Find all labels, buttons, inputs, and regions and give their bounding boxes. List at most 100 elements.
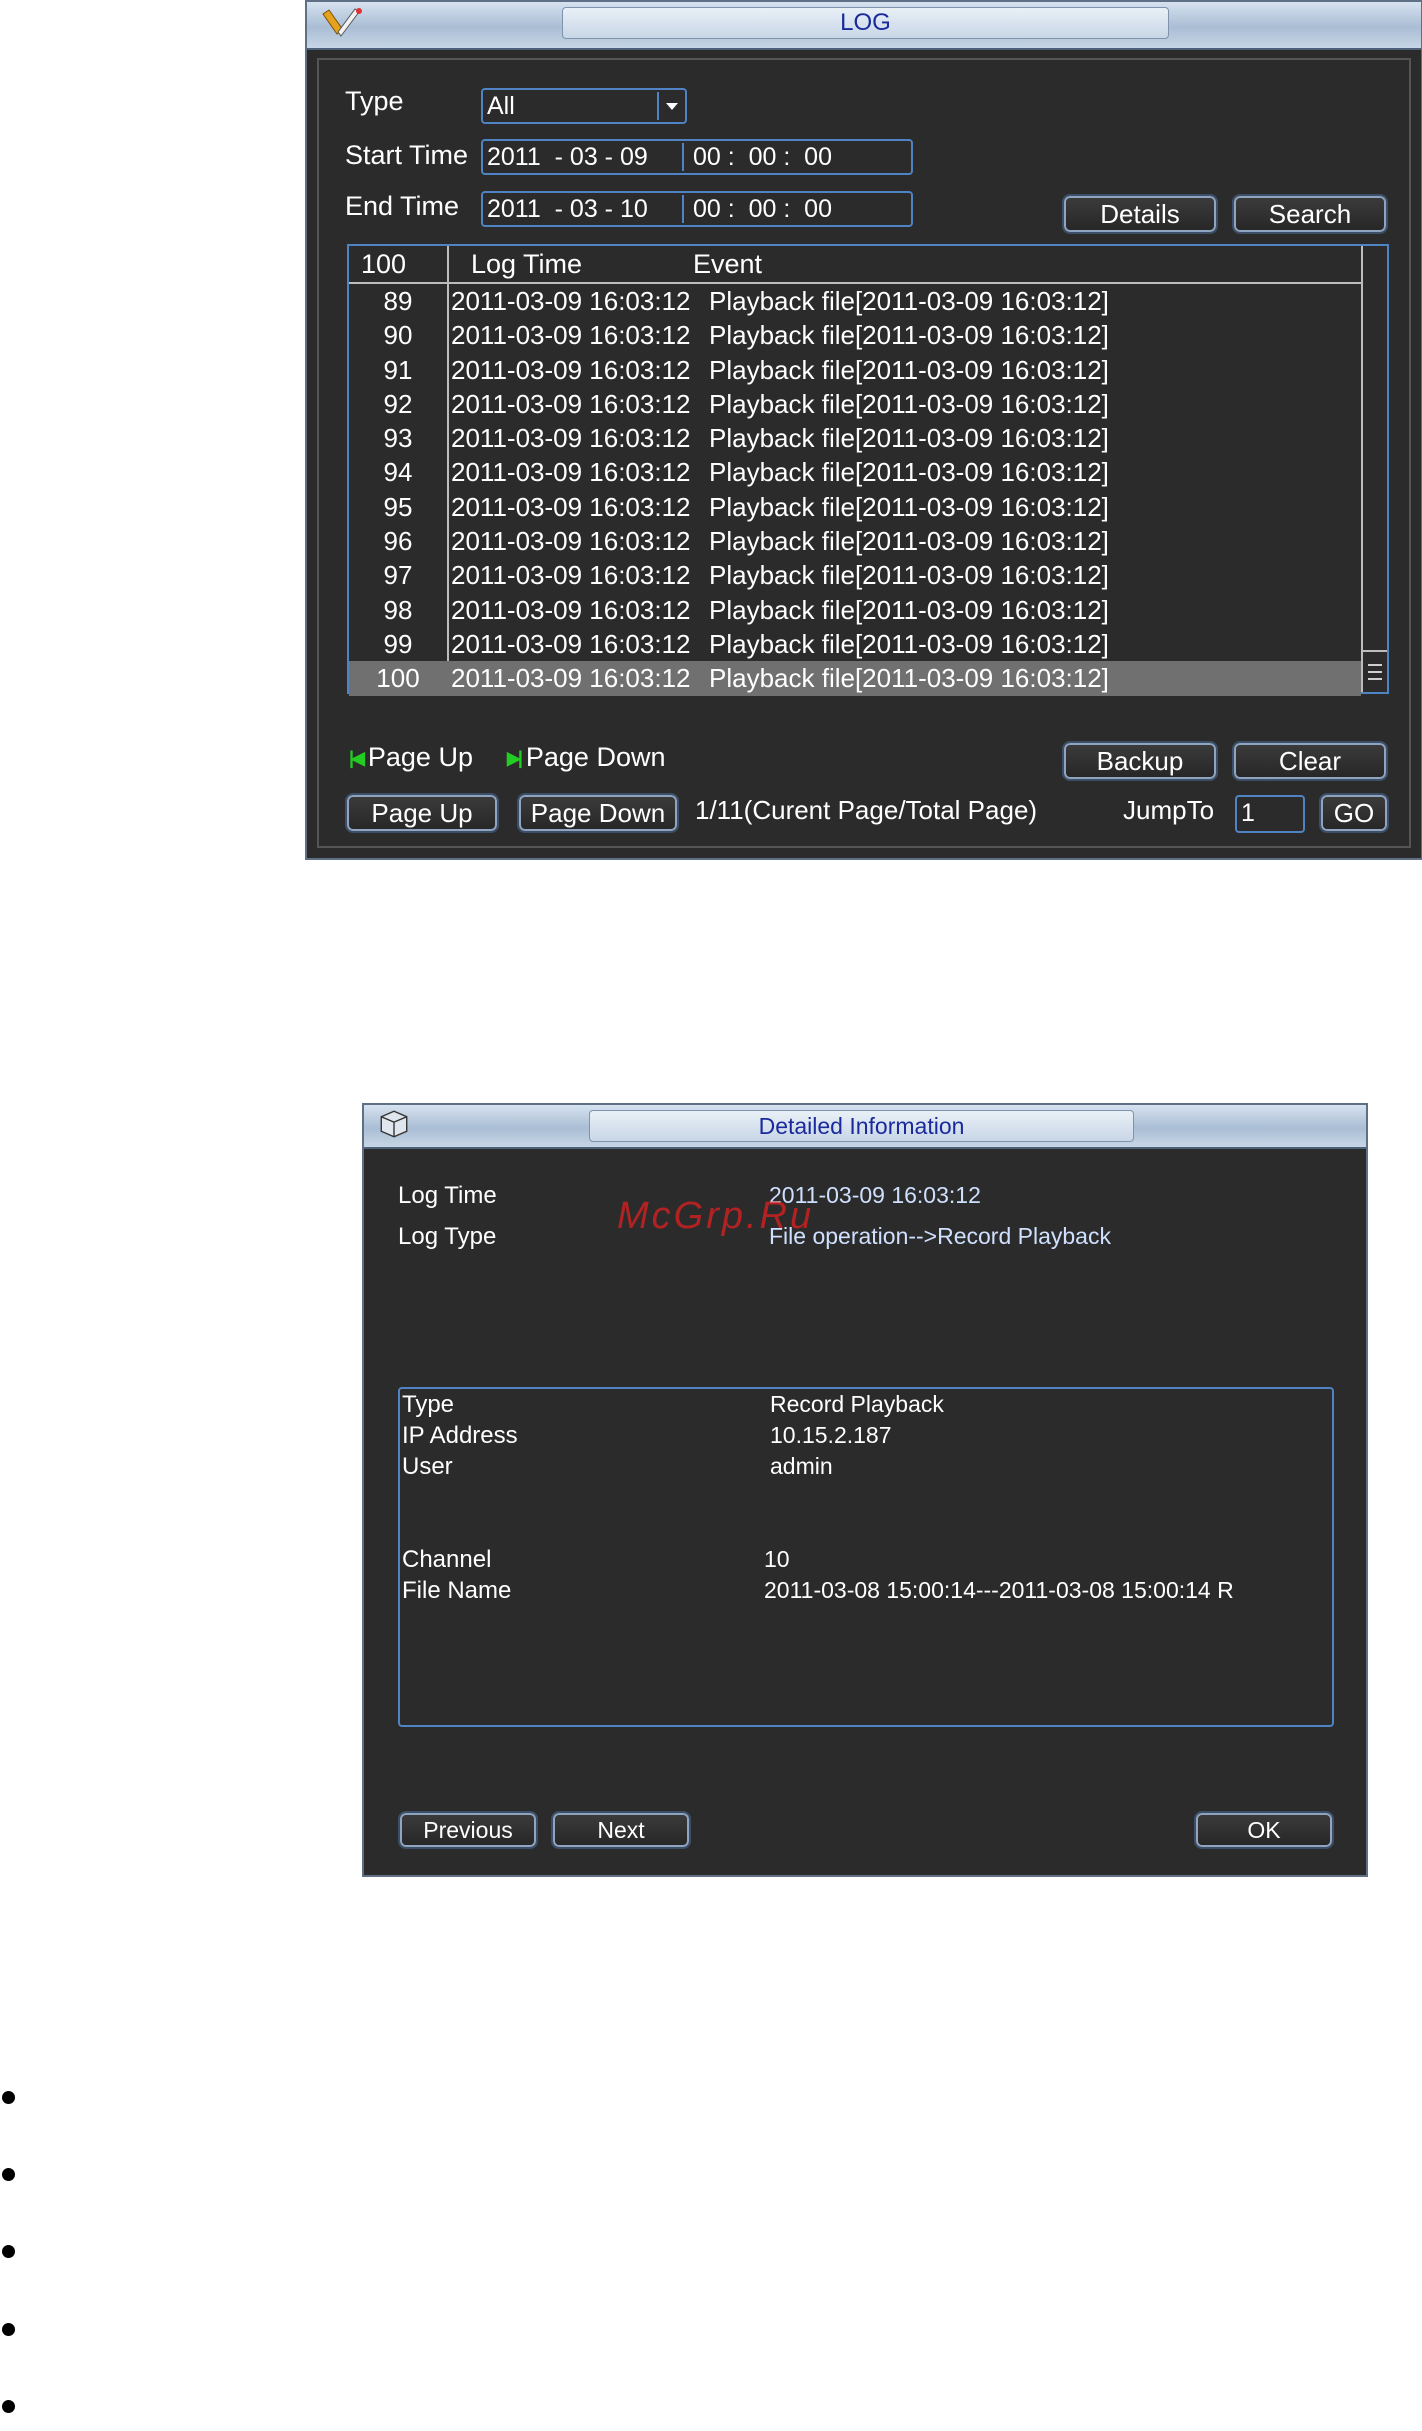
table-row[interactable]: 91 2011-03-09 16:03:12 Playback file[2011-…: [349, 353, 1361, 387]
clear-button[interactable]: Clear: [1232, 741, 1388, 781]
row-log-time: 2011-03-09 16:03:12: [451, 286, 691, 316]
table-row[interactable]: 96 2011-03-09 16:03:12 Playback file[2011-…: [349, 524, 1361, 558]
row-event: Playback file[2011-03-09 16:03:12]: [709, 491, 1109, 522]
page-down-button[interactable]: Page Down: [517, 793, 679, 833]
header-count: 100: [361, 249, 407, 279]
header-event: Event: [693, 249, 763, 279]
row-log-time: 2011-03-09 16:03:12: [451, 354, 691, 385]
row-log-time: 2011-03-09 16:03:12: [451, 526, 691, 557]
ok-button[interactable]: OK: [1194, 1811, 1334, 1849]
row-log-time: 2011-03-09 16:03:12: [451, 320, 691, 351]
log-tools-icon: [322, 8, 362, 37]
row-event: Playback file[2011-03-09 16:03:12]: [709, 457, 1109, 488]
row-event: Playback file[2011-03-09 16:03:12]: [709, 354, 1109, 385]
type-value: Record Playback: [770, 1391, 944, 1417]
row-event: Playback file[2011-03-09 16:03:12]: [709, 594, 1109, 625]
bullet-point: [2, 2323, 15, 2336]
row-event: Playback file[2011-03-09 16:03:12]: [709, 320, 1109, 351]
start-date: 2011 - 03 - 09: [487, 143, 648, 171]
table-row[interactable]: 99 2011-03-09 16:03:12 Playback file[2011-…: [349, 627, 1361, 661]
row-log-time: 2011-03-09 16:03:12: [451, 423, 691, 454]
row-number: 97: [383, 560, 413, 591]
page-up-button[interactable]: Page Up: [345, 793, 499, 833]
start-clock: 00 : 00 : 00: [693, 143, 832, 171]
log-title: LOG: [562, 7, 1169, 39]
chevron-down-icon: [666, 103, 678, 110]
log-rows: 89 2011-03-09 16:03:12 Playback file[2011-…: [349, 284, 1361, 696]
row-number: 95: [383, 491, 413, 522]
bullet-point: [2, 2091, 15, 2104]
table-row[interactable]: 97 2011-03-09 16:03:12 Playback file[2011-…: [349, 558, 1361, 592]
previous-button[interactable]: Previous: [398, 1811, 538, 1849]
type-select[interactable]: All: [481, 88, 687, 124]
bullet-point: [2, 2245, 15, 2258]
log-table: 100 Log Time Event 89 2011-03-09 16:03:12…: [347, 244, 1389, 696]
jump-to-input[interactable]: 1: [1235, 795, 1305, 833]
row-event: Playback file[2011-03-09 16:03:12]: [709, 388, 1109, 419]
bullet-point: [2, 2168, 15, 2181]
page-up-hint: |◀ Page Up: [349, 742, 473, 773]
row-log-time: 2011-03-09 16:03:12: [451, 663, 691, 694]
table-header: 100 Log Time Event: [349, 246, 1361, 284]
file-name-label: File Name: [402, 1577, 512, 1604]
table-row[interactable]: 95 2011-03-09 16:03:12 Playback file[2011-…: [349, 490, 1361, 524]
log-time-label: Log Time: [398, 1182, 497, 1209]
search-button[interactable]: Search: [1232, 194, 1388, 234]
row-log-time: 2011-03-09 16:03:12: [451, 594, 691, 625]
row-number: 96: [383, 526, 413, 557]
detail-info-box: Type Record Playback IP Address 10.15.2.…: [398, 1387, 1334, 1727]
row-number: 91: [383, 354, 413, 385]
row-number: 100: [376, 663, 420, 694]
table-row[interactable]: 98 2011-03-09 16:03:12 Playback file[2011-…: [349, 593, 1361, 627]
ip-address-label: IP Address: [402, 1422, 518, 1449]
scroll-thumb[interactable]: [1363, 650, 1387, 692]
backup-button[interactable]: Backup: [1062, 741, 1218, 781]
table-scrollbar[interactable]: [1361, 246, 1387, 692]
row-number: 89: [383, 286, 413, 316]
type-label: Type: [402, 1391, 455, 1418]
start-time-field[interactable]: 2011 - 03 - 09 00 : 00 : 00: [481, 139, 913, 175]
detail-title: Detailed Information: [589, 1110, 1134, 1142]
row-log-time: 2011-03-09 16:03:12: [451, 457, 691, 488]
row-number: 94: [383, 457, 413, 488]
jump-to-label: JumpTo: [1123, 795, 1215, 825]
bullet-point: [2, 2400, 15, 2413]
row-event: Playback file[2011-03-09 16:03:12]: [709, 663, 1109, 694]
row-log-time: 2011-03-09 16:03:12: [451, 388, 691, 419]
row-event: Playback file[2011-03-09 16:03:12]: [709, 286, 1109, 316]
start-time-label: Start Time: [345, 140, 469, 170]
go-button[interactable]: GO: [1319, 793, 1389, 833]
table-row[interactable]: 89 2011-03-09 16:03:12 Playback file[2011-…: [349, 284, 1361, 318]
user-label: User: [402, 1453, 453, 1480]
log-type-value: File operation-->Record Playback: [769, 1223, 1111, 1249]
detail-window: Detailed Information Log Time 2011-03-09…: [362, 1103, 1368, 1877]
table-row[interactable]: 90 2011-03-09 16:03:12 Playback file[2011-…: [349, 318, 1361, 352]
row-log-time: 2011-03-09 16:03:12: [451, 560, 691, 591]
table-row[interactable]: 100 2011-03-09 16:03:12 Playback file[2011…: [349, 661, 1361, 696]
table-row[interactable]: 93 2011-03-09 16:03:12 Playback file[2011-…: [349, 421, 1361, 455]
jump-to-value: 1: [1241, 799, 1255, 827]
details-button[interactable]: Details: [1062, 194, 1218, 234]
page-up-hint-label: Page Up: [367, 742, 473, 772]
box-icon: [380, 1110, 408, 1138]
user-value: admin: [770, 1453, 833, 1479]
next-button[interactable]: Next: [551, 1811, 691, 1849]
end-clock: 00 : 00 : 00: [693, 195, 832, 223]
row-log-time: 2011-03-09 16:03:12: [451, 628, 691, 659]
page-info: 1/11(Curent Page/Total Page): [695, 795, 1038, 825]
row-number: 90: [383, 320, 413, 351]
row-event: Playback file[2011-03-09 16:03:12]: [709, 423, 1109, 454]
row-number: 92: [383, 388, 413, 419]
end-time-label: End Time: [345, 191, 460, 221]
header-log-time: Log Time: [471, 249, 583, 279]
table-row[interactable]: 92 2011-03-09 16:03:12 Playback file[2011-…: [349, 387, 1361, 421]
row-event: Playback file[2011-03-09 16:03:12]: [709, 560, 1109, 591]
skip-forward-icon: ▶|: [507, 748, 523, 768]
end-time-field[interactable]: 2011 - 03 - 10 00 : 00 : 00: [481, 191, 913, 227]
table-row[interactable]: 94 2011-03-09 16:03:12 Playback file[2011-…: [349, 455, 1361, 489]
row-number: 98: [383, 594, 413, 625]
row-event: Playback file[2011-03-09 16:03:12]: [709, 628, 1109, 659]
ip-address-value: 10.15.2.187: [770, 1422, 892, 1448]
end-date: 2011 - 03 - 10: [487, 195, 648, 223]
row-log-time: 2011-03-09 16:03:12: [451, 491, 691, 522]
